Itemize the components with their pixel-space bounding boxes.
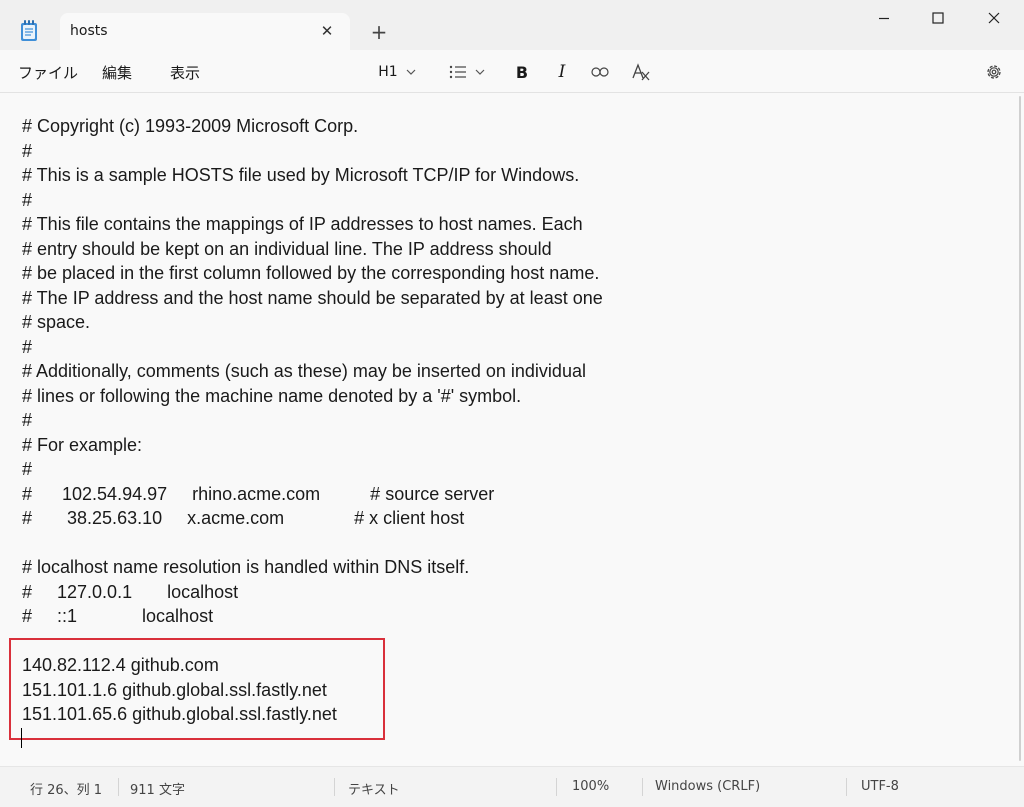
chevron-down-icon xyxy=(475,69,485,75)
editor-text[interactable]: # Copyright (c) 1993-2009 Microsoft Corp… xyxy=(22,114,603,727)
heading-dropdown[interactable]: H1 xyxy=(372,60,422,84)
status-encoding[interactable]: UTF-8 xyxy=(861,779,899,794)
status-zoom[interactable]: 100% xyxy=(572,779,609,794)
status-divider xyxy=(846,778,847,796)
text-line: # xyxy=(22,410,33,430)
status-cursor-position: 行 26、列 1 xyxy=(30,783,103,798)
text-line: # xyxy=(22,459,33,479)
clear-formatting-icon xyxy=(632,63,650,81)
text-line: # lines or following the machine name de… xyxy=(22,385,522,406)
status-text-format[interactable]: テキスト xyxy=(348,779,400,798)
italic-button[interactable]: I xyxy=(550,60,574,84)
text-line: # This file contains the mappings of IP … xyxy=(22,214,583,234)
text-line: # This is a sample HOSTS file used by Mi… xyxy=(22,165,580,185)
list-icon xyxy=(449,65,466,79)
heading-label: H1 xyxy=(378,64,398,80)
gear-icon xyxy=(987,65,1001,79)
settings-button[interactable] xyxy=(982,60,1006,84)
text-line: # 38.25.63.10 x.acme.com # x client host xyxy=(22,508,465,528)
status-divider xyxy=(118,778,119,796)
status-divider xyxy=(642,778,643,796)
close-icon xyxy=(988,12,1000,24)
close-window-button[interactable] xyxy=(974,4,1014,32)
chevron-down-icon xyxy=(406,69,416,75)
status-char-count: 911 文字 xyxy=(130,783,185,798)
vertical-scrollbar[interactable] xyxy=(1019,96,1021,761)
text-line: # space. xyxy=(22,312,91,332)
text-line: # Additionally, comments (such as these)… xyxy=(22,361,586,381)
notepad-app-icon xyxy=(21,20,37,41)
title-bar: hosts ✕ + xyxy=(0,0,1024,50)
text-line: # localhost name resolution is handled w… xyxy=(22,557,470,577)
menu-bar: ファイル 編集 表示 H1 B I xyxy=(0,50,1024,93)
text-line: # entry should be kept on an individual … xyxy=(22,238,552,259)
new-tab-button[interactable]: + xyxy=(366,20,392,46)
status-divider xyxy=(334,778,335,796)
text-line: # For example: xyxy=(22,434,143,455)
link-button[interactable] xyxy=(588,60,612,84)
minimize-icon xyxy=(879,17,889,20)
text-line: # 102.54.94.97 rhino.acme.com # source s… xyxy=(22,483,495,504)
status-bar: 行 26、列 1 911 文字 テキスト 100% Windows (CRLF)… xyxy=(0,766,1024,807)
text-line: # xyxy=(22,336,33,357)
link-icon xyxy=(591,67,609,77)
text-line: # xyxy=(22,189,33,210)
menu-view[interactable]: 表示 xyxy=(170,62,200,83)
clear-formatting-button[interactable] xyxy=(628,60,654,84)
list-dropdown[interactable] xyxy=(443,60,491,84)
tab-close-button[interactable]: ✕ xyxy=(316,20,338,42)
text-line: # 127.0.0.1 localhost xyxy=(22,581,239,602)
status-line-ending[interactable]: Windows (CRLF) xyxy=(655,779,760,794)
menu-file[interactable]: ファイル xyxy=(18,62,78,83)
text-line: # be placed in the first column followed… xyxy=(22,263,600,283)
minimize-button[interactable] xyxy=(864,4,904,32)
tab-hosts[interactable]: hosts ✕ xyxy=(60,13,350,50)
text-line: # Copyright (c) 1993-2009 Microsoft Corp… xyxy=(22,116,359,136)
maximize-icon xyxy=(932,12,944,24)
highlight-box xyxy=(9,638,385,740)
maximize-button[interactable] xyxy=(918,4,958,32)
text-line: # ::1 localhost xyxy=(22,606,214,626)
text-caret xyxy=(21,728,22,748)
text-line: # xyxy=(22,140,33,161)
status-divider xyxy=(556,778,557,796)
menu-edit[interactable]: 編集 xyxy=(102,62,132,83)
bold-button[interactable]: B xyxy=(510,60,534,84)
tab-title: hosts xyxy=(70,23,108,39)
text-line: # The IP address and the host name shoul… xyxy=(22,287,603,308)
